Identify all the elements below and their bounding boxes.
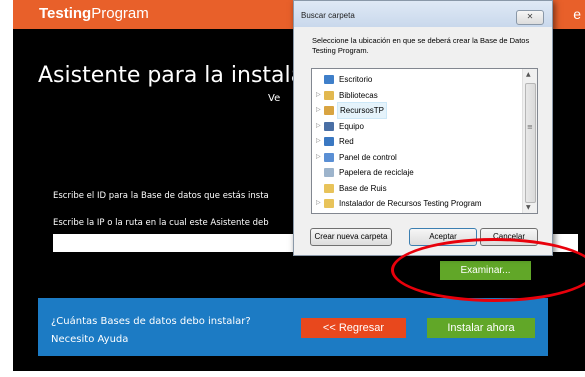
desktop-icon: [324, 75, 334, 84]
network-icon: [324, 137, 334, 146]
new-folder-button[interactable]: Crear nueva carpeta: [310, 228, 392, 246]
dialog-titlebar[interactable]: Buscar carpeta ✕: [294, 1, 552, 27]
tree-item-label: Base de Ruis: [339, 183, 387, 193]
tree-item-label: Instalador de Recursos Testing Program: [339, 199, 482, 208]
libraries-icon: [324, 90, 334, 100]
dialog-close-button[interactable]: ✕: [516, 10, 544, 25]
page-title: Asistente para la instalac: [38, 63, 317, 88]
tree-item-label: Escritorio: [339, 75, 373, 84]
scroll-up-icon[interactable]: ▲: [526, 71, 531, 78]
topbar-right-text: e: [573, 6, 581, 22]
help-link[interactable]: Necesito Ayuda: [51, 334, 128, 345]
tree-item-label: Panel de control: [339, 152, 397, 162]
page-subtitle: Ve: [268, 93, 281, 104]
brand-rest: Program: [91, 5, 149, 22]
folder-icon: [324, 199, 334, 208]
computer-icon: [324, 121, 334, 131]
folder-tree[interactable]: Escritorio ▷ Bibliotecas ▷ RecursosTP ▷ Equipo…: [311, 68, 538, 214]
expand-arrow-icon[interactable]: ▷: [316, 103, 324, 118]
expand-arrow-icon[interactable]: ▷: [316, 88, 324, 103]
tree-item-label: Red: [339, 137, 354, 146]
scroll-thumb[interactable]: [525, 83, 536, 203]
expand-arrow-icon[interactable]: ▷: [316, 150, 324, 165]
expand-arrow-icon[interactable]: ▷: [316, 196, 324, 211]
expand-arrow-icon[interactable]: ▷: [316, 119, 324, 134]
browse-folder-dialog: Buscar carpeta ✕ Seleccione la ubicación…: [293, 0, 553, 256]
tree-item-label: RecursosTP: [337, 102, 388, 119]
recycle-bin-icon: [324, 168, 334, 177]
brand-bold: Testing: [39, 5, 92, 22]
tree-item-label: Bibliotecas: [339, 90, 378, 100]
tree-scrollbar[interactable]: ▲ ≡ ▼: [522, 69, 537, 213]
expand-arrow-icon[interactable]: ▷: [316, 134, 324, 149]
install-now-button[interactable]: Instalar ahora: [427, 318, 535, 338]
help-question-link[interactable]: ¿Cuántas Bases de datos debo instalar?: [51, 316, 251, 327]
control-panel-icon: [324, 152, 334, 162]
ip-path-label: Escribe la IP o la ruta en la cual este …: [53, 218, 269, 228]
database-id-label: Escribe el ID para la Base de datos que …: [53, 191, 269, 201]
bottom-panel: ¿Cuántas Bases de datos debo instalar? N…: [38, 298, 548, 356]
scroll-grip-icon: ≡: [527, 123, 533, 131]
folder-icon: [324, 183, 334, 193]
highlight-ellipse: [391, 238, 585, 302]
dialog-title: Buscar carpeta: [301, 11, 355, 20]
brand-logo: TestingProgram: [39, 5, 149, 22]
tree-item-label: Equipo: [339, 121, 364, 131]
scroll-down-icon[interactable]: ▼: [526, 204, 531, 211]
dialog-instructions: Seleccione la ubicación en que se deberá…: [312, 36, 530, 55]
tree-item-label: Papelera de reciclaje: [339, 168, 414, 177]
user-folder-icon: [324, 106, 334, 115]
back-button[interactable]: << Regresar: [301, 318, 406, 338]
installer-window: TestingProgram e Asistente para la insta…: [13, 0, 585, 371]
